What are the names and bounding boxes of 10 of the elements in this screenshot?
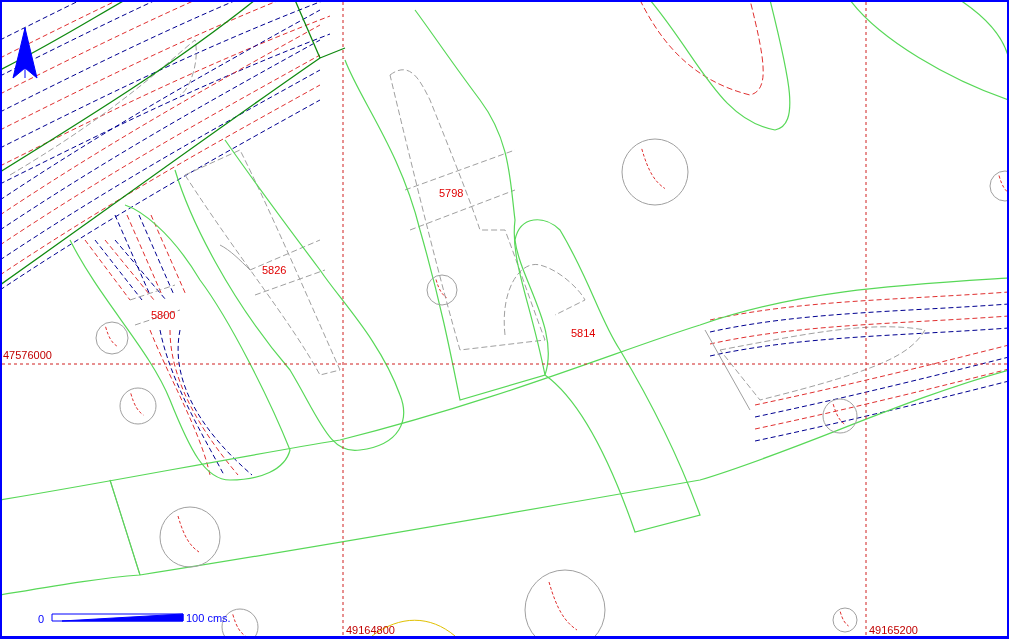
north-arrow-icon: [12, 27, 38, 79]
scale-start-label: 0: [38, 613, 45, 625]
grid-coordinate-label: 47576000: [3, 349, 52, 361]
grid-coordinate-label: 49165200: [869, 624, 918, 636]
scale-bar-icon: [51, 613, 184, 622]
parcel-label: 5814: [571, 327, 596, 339]
parcel-label: 5826: [262, 264, 287, 276]
scale-end-label: 100 cms.: [186, 612, 231, 624]
parcel-label: 5800: [151, 309, 176, 321]
parcel-label: 5798: [439, 187, 464, 199]
